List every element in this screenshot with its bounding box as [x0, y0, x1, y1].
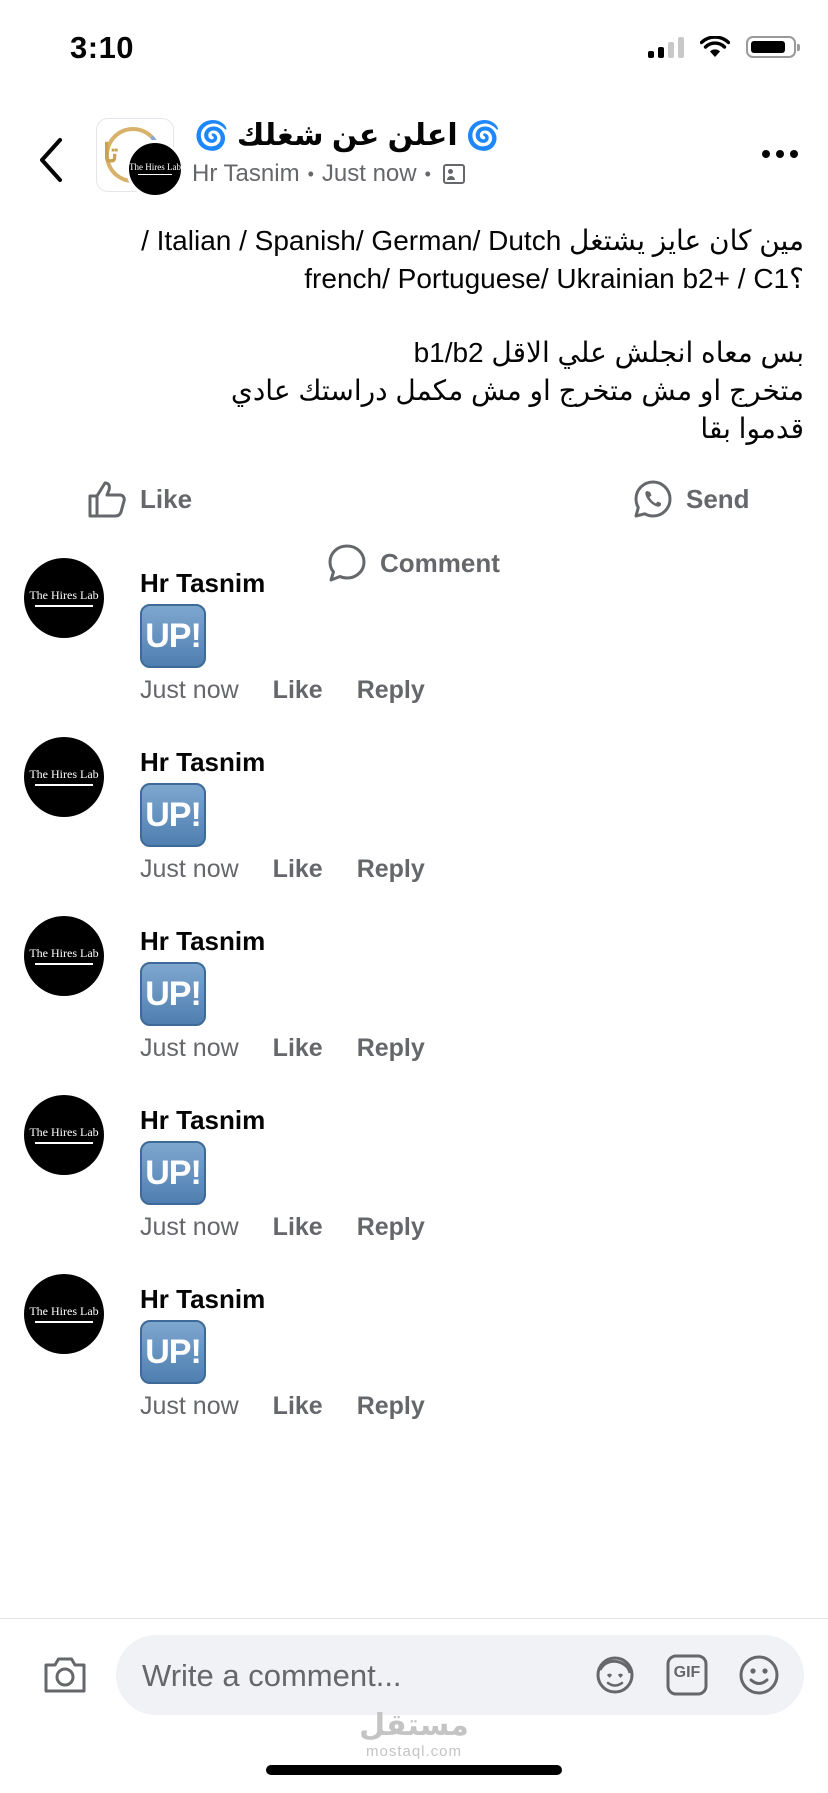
- post-line: بس معاه انجلش علي الاقل b1/b2: [413, 337, 804, 368]
- up-sticker: UP!: [140, 962, 206, 1026]
- commenter-name[interactable]: Hr Tasnim: [140, 1284, 265, 1315]
- comment-time: Just now: [140, 1034, 239, 1062]
- more-options-button[interactable]: [762, 150, 798, 158]
- emoji-icon[interactable]: [736, 1653, 782, 1697]
- commenter-avatar[interactable]: The Hires Lab: [24, 916, 104, 996]
- watermark: مستقل mostaql.com: [0, 1709, 828, 1760]
- cyclone-emoji-icon: 🌀: [194, 120, 229, 151]
- thumbs-up-icon: [88, 481, 126, 518]
- post-meta: Hr Tasnim • Just now •: [192, 160, 465, 188]
- avatar-sticker-icon[interactable]: [592, 1653, 638, 1697]
- comment-time: Just now: [140, 1213, 239, 1241]
- gif-label: GIF: [673, 1664, 701, 1681]
- comment-meta: Just now Like Reply: [140, 1392, 425, 1421]
- post-author[interactable]: Hr Tasnim: [192, 160, 300, 188]
- post-line: مين كان عايز يشتغل Italian / Spanish/ Ge…: [141, 225, 804, 256]
- commenter-name[interactable]: Hr Tasnim: [140, 1105, 265, 1136]
- commenter-avatar[interactable]: The Hires Lab: [24, 1274, 104, 1354]
- battery-icon: [746, 36, 800, 58]
- wifi-icon: [700, 36, 730, 57]
- like-button[interactable]: Like: [86, 478, 192, 520]
- status-icons: [648, 36, 800, 58]
- post-line: قدموا بقا: [700, 413, 804, 444]
- commenter-name[interactable]: Hr Tasnim: [140, 926, 265, 957]
- watermark-latin: mostaql.com: [365, 1743, 463, 1760]
- comment-like-button[interactable]: Like: [273, 676, 323, 705]
- comment-input[interactable]: [140, 1635, 564, 1717]
- cyclone-emoji-icon: 🌀: [465, 120, 501, 151]
- author-avatar[interactable]: The Hires Lab: [126, 140, 184, 198]
- gif-button[interactable]: GIF: [664, 1653, 710, 1697]
- commenter-avatar[interactable]: The Hires Lab: [24, 558, 104, 638]
- comment-reply-button[interactable]: Reply: [357, 676, 425, 705]
- comment-reply-button[interactable]: Reply: [357, 855, 425, 884]
- group-name-text: اعلن عن شغلك: [236, 119, 458, 152]
- post-line: متخرج او مش متخرج او مش مكمل دراستك عادي: [230, 375, 804, 406]
- post-actions: Like Comment Send: [0, 478, 828, 582]
- commenter-name[interactable]: Hr Tasnim: [140, 568, 265, 599]
- post-text: مين كان عايز يشتغل Italian / Spanish/ Ge…: [40, 222, 804, 448]
- comment-time: Just now: [140, 676, 239, 704]
- comment-like-button[interactable]: Like: [273, 1392, 323, 1421]
- comment-meta: Just now Like Reply: [140, 676, 425, 705]
- comment-item: The Hires Lab Hr Tasnim UP! Just now Lik…: [0, 1274, 828, 1444]
- home-indicator[interactable]: [266, 1765, 562, 1775]
- up-sticker: UP!: [140, 1320, 206, 1384]
- post-timestamp: Just now: [321, 160, 417, 187]
- group-name[interactable]: 🌀 اعلن عن شغلك 🌀: [194, 118, 501, 153]
- comment-like-button[interactable]: Like: [273, 1034, 323, 1063]
- commenter-avatar[interactable]: The Hires Lab: [24, 1095, 104, 1175]
- post-line: french/ Portuguese/ Ukrainian b2+ / C1؟: [304, 263, 804, 294]
- comment-like-button[interactable]: Like: [273, 855, 323, 884]
- comment-reply-button[interactable]: Reply: [357, 1213, 425, 1242]
- comment-item: The Hires Lab Hr Tasnim UP! Just now Lik…: [0, 1095, 828, 1265]
- cellular-signal-icon: [648, 36, 684, 58]
- comment-item: The Hires Lab Hr Tasnim UP! Just now Lik…: [0, 916, 828, 1086]
- whatsapp-icon: [634, 480, 672, 518]
- comment-like-button[interactable]: Like: [273, 1213, 323, 1242]
- comment-item: The Hires Lab Hr Tasnim UP! Just now Lik…: [0, 737, 828, 907]
- comment-meta: Just now Like Reply: [140, 1213, 425, 1242]
- comment-time: Just now: [140, 855, 239, 883]
- comment-meta: Just now Like Reply: [140, 1034, 425, 1063]
- comment-reply-button[interactable]: Reply: [357, 1392, 425, 1421]
- comment-time: Just now: [140, 1392, 239, 1420]
- send-button[interactable]: Send: [632, 478, 750, 520]
- comment-composer-bar: GIF مستقل mostaql.com: [0, 1618, 828, 1793]
- up-sticker: UP!: [140, 783, 206, 847]
- camera-icon[interactable]: [42, 1655, 88, 1695]
- up-sticker: UP!: [140, 604, 206, 668]
- comment-input-container: GIF: [116, 1635, 804, 1717]
- comment-meta: Just now Like Reply: [140, 855, 425, 884]
- commenter-name[interactable]: Hr Tasnim: [140, 747, 265, 778]
- up-sticker: UP!: [140, 1141, 206, 1205]
- comment-reply-button[interactable]: Reply: [357, 1034, 425, 1063]
- back-arrow-icon[interactable]: [32, 136, 72, 184]
- watermark-arabic: مستقل: [359, 1709, 469, 1742]
- status-time: 3:10: [70, 30, 135, 65]
- comment-item: The Hires Lab Hr Tasnim UP! Just now Lik…: [0, 558, 828, 728]
- commenter-avatar[interactable]: The Hires Lab: [24, 737, 104, 817]
- audience-members-icon: [442, 164, 465, 184]
